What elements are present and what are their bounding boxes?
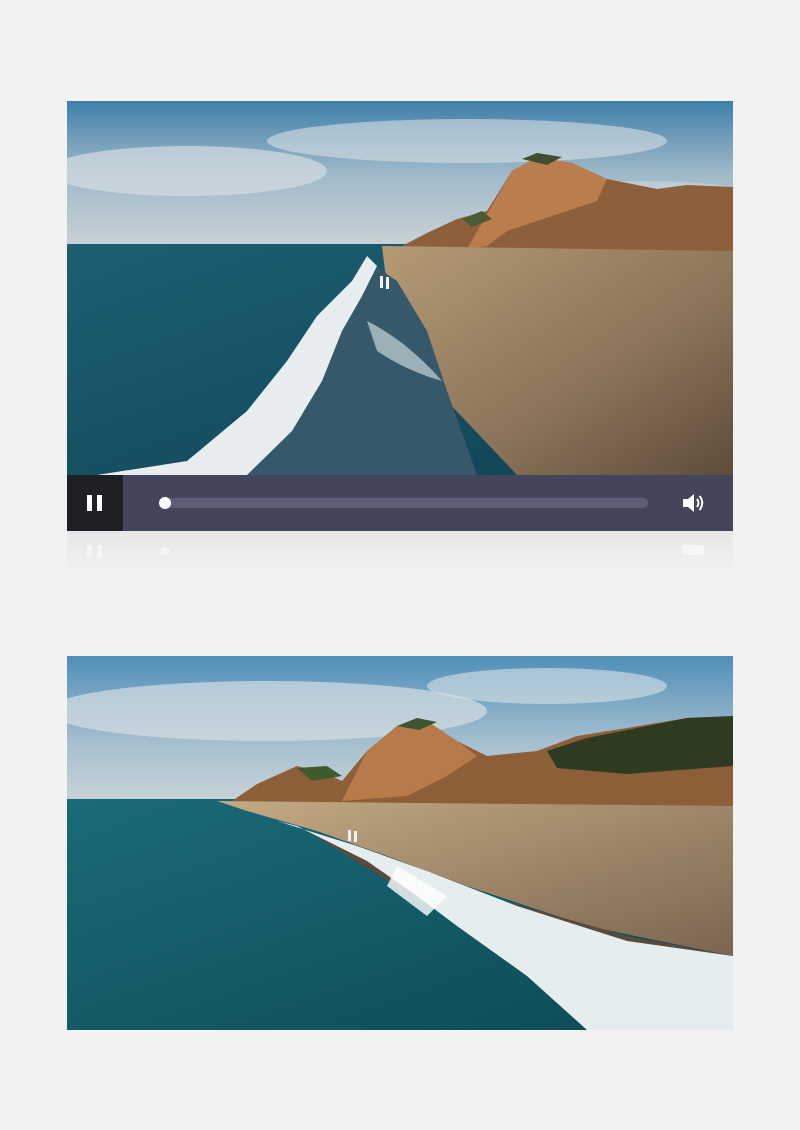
video-control-bar: [67, 475, 733, 531]
reflection-thumb: [160, 547, 170, 555]
reflection-volume: [682, 545, 704, 555]
beach-scene-image: [67, 101, 733, 475]
volume-button[interactable]: [680, 490, 706, 516]
pause-icon-bar: [97, 495, 102, 511]
pause-button[interactable]: [67, 475, 123, 531]
reflection-pause-bar: [97, 545, 102, 557]
video-frame-top[interactable]: [67, 101, 733, 475]
pause-icon: [87, 495, 92, 511]
progress-track[interactable]: [159, 497, 648, 509]
control-bar-reflection: [67, 531, 733, 571]
reflection-pause-bar: [87, 545, 92, 557]
beach-scene-image: [67, 656, 733, 1030]
video-frame-bottom[interactable]: [67, 656, 733, 1030]
volume-icon: [683, 494, 704, 512]
progress-thumb[interactable]: [159, 497, 171, 509]
